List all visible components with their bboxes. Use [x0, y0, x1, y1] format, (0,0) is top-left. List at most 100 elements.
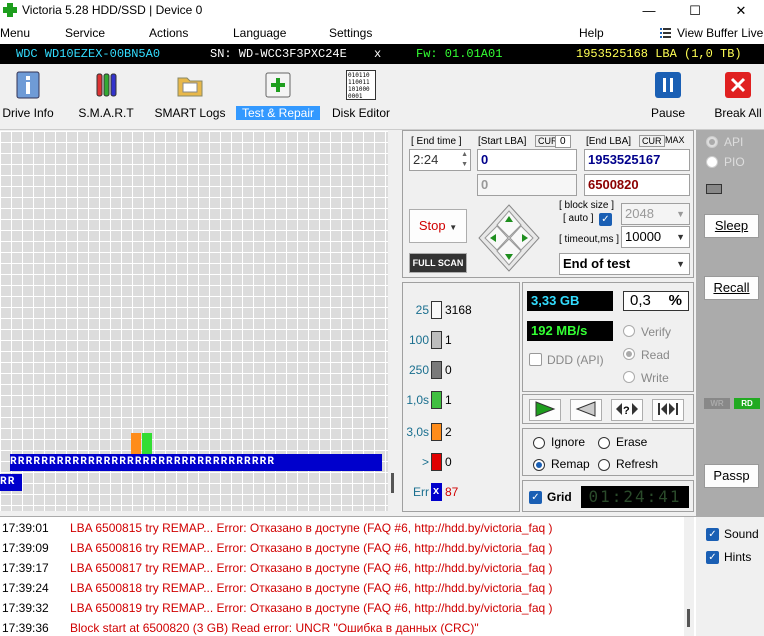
direction-pad[interactable] — [477, 203, 541, 273]
random-icon: ? — [616, 403, 638, 417]
menu-settings[interactable]: Settings — [329, 26, 372, 40]
map-scroll-thumb[interactable] — [391, 473, 394, 493]
menu-actions[interactable]: Actions — [149, 26, 188, 40]
window-title: Victoria 5.28 HDD/SSD | Device 0 — [22, 3, 203, 17]
break-all-label: Break All — [714, 106, 762, 120]
refresh-radio[interactable] — [598, 459, 610, 471]
remap-radio[interactable] — [533, 459, 545, 471]
block-size-select[interactable]: 2048 ▼ — [621, 203, 690, 225]
maximize-button[interactable]: ☐ — [672, 0, 718, 22]
read-radio[interactable] — [623, 348, 635, 360]
end-max-button[interactable]: MAX — [665, 135, 685, 145]
dropdown-arrow-icon: ▼ — [449, 223, 458, 232]
menu-service[interactable]: Service — [65, 26, 105, 40]
remap-label: Remap — [551, 457, 590, 471]
info-icon — [16, 71, 40, 99]
map-scrollbar[interactable] — [388, 131, 398, 511]
random-scan-button[interactable]: ? — [611, 399, 643, 421]
log-time: 17:39:09 — [2, 541, 49, 555]
stop-button[interactable]: Stop ▼ — [409, 209, 467, 243]
pio-radio[interactable] — [706, 156, 718, 168]
timeout-select[interactable]: 10000 ▼ — [621, 226, 690, 248]
smart-logs-button[interactable]: SMART Logs — [154, 68, 226, 124]
spin-arrows-icon[interactable]: ▲ ▼ — [461, 150, 468, 170]
block-legend-row: 25 3168 — [403, 301, 519, 321]
log-scroll-thumb[interactable] — [687, 609, 690, 627]
wr-indicator: WR — [704, 398, 730, 409]
test-tubes-icon — [96, 73, 117, 97]
erase-radio[interactable] — [598, 437, 610, 449]
api-radio[interactable] — [706, 136, 718, 148]
play-forward-button[interactable] — [529, 399, 561, 421]
stop-label: Stop — [418, 218, 446, 233]
log-time: 17:39:32 — [2, 601, 49, 615]
recall-button[interactable]: Recall — [704, 276, 759, 300]
menu-language[interactable]: Language — [233, 26, 286, 40]
start-lba-input[interactable]: 0 — [477, 149, 577, 171]
verify-radio[interactable] — [623, 325, 635, 337]
remapped-row: RR — [0, 474, 22, 491]
refresh-label: Refresh — [616, 457, 659, 471]
erase-label: Erase — [616, 435, 648, 449]
break-all-button[interactable]: Break All — [712, 68, 764, 124]
grid-checkbox[interactable]: ✓ — [529, 491, 542, 504]
play-backward-button[interactable] — [570, 399, 602, 421]
auto-checkbox[interactable]: ✓ — [599, 213, 612, 226]
block-size-value: 2048 — [625, 206, 654, 221]
ddd-checkbox[interactable] — [529, 353, 542, 366]
butterfly-scan-button[interactable] — [652, 399, 684, 421]
end-lba-input[interactable]: 1953525167 — [584, 149, 690, 171]
write-radio[interactable] — [623, 371, 635, 383]
ignore-label: Ignore — [551, 435, 586, 449]
device-lba: 1953525168 LBA (1,0 TB) — [576, 47, 742, 61]
menu-help[interactable]: Help — [579, 26, 604, 40]
block-legend-row: 250 0 — [403, 361, 519, 381]
test-repair-button[interactable]: Test & Repair — [236, 68, 320, 124]
block-count: 0 — [445, 363, 452, 377]
first-aid-icon — [265, 72, 291, 98]
minimize-button[interactable]: — — [626, 0, 672, 22]
smart-button[interactable]: S.M.A.R.T — [76, 68, 136, 124]
right-sidebar: API PIO Sleep Recall WR RD Passp — [696, 130, 764, 516]
sound-checkbox[interactable]: ✓ — [706, 528, 719, 541]
passp-button[interactable]: Passp — [704, 464, 759, 488]
block-size-label: [ block size ] — [559, 200, 615, 211]
percent-value: 0,3 — [630, 292, 651, 309]
view-buffer-live-button[interactable]: View Buffer Live — [677, 26, 763, 40]
pause-button[interactable]: Pause — [646, 68, 690, 124]
menu-menu[interactable]: Menu — [0, 26, 30, 40]
end-mode-select[interactable]: End of test ▼ — [559, 253, 690, 275]
grid-timer-panel: ✓ Grid 01:24:41 — [522, 480, 694, 512]
start-cur-value: 0 — [555, 135, 571, 148]
auto-label: [ auto ] — [563, 213, 594, 224]
close-button[interactable]: ✕ — [718, 0, 764, 22]
block-legend-row: 1,0s 1 — [403, 391, 519, 411]
disk-editor-label: Disk Editor — [331, 106, 390, 120]
error-mark-icon: x — [433, 485, 440, 497]
speed-display: 192 MB/s — [527, 321, 613, 341]
hints-label: Hints — [724, 550, 752, 564]
device-model: WDC WD10EZEX-00BN5A0 — [16, 47, 161, 61]
end-time-field[interactable]: 2:24 ▲ ▼ — [409, 149, 471, 171]
timeout-label: [ timeout,ms ] — [559, 234, 620, 245]
chevron-down-icon: ▼ — [676, 259, 685, 269]
reverse-icon — [575, 401, 596, 417]
play-icon — [535, 401, 556, 417]
block-threshold-label: 250 — [408, 363, 429, 377]
log-scrollbar[interactable] — [684, 517, 694, 636]
drive-info-button[interactable]: Drive Info — [0, 68, 56, 124]
block-count: 3168 — [445, 303, 472, 317]
ignore-radio[interactable] — [533, 437, 545, 449]
menu-bar: Menu Service Actions Language Settings H… — [0, 22, 764, 44]
device-serial: SN: WD-WCC3F3PXC24E — [210, 47, 347, 61]
device-close-button[interactable]: x — [374, 47, 381, 61]
binary-icon-line: 010110 — [348, 72, 370, 79]
binary-icon-line: 110011 — [348, 79, 370, 86]
sleep-button[interactable]: Sleep — [704, 214, 759, 238]
sleep-label: Sleep — [714, 218, 749, 233]
end-cur-button[interactable]: CUR — [639, 135, 665, 147]
disk-editor-button[interactable]: 010110 110011 101000 0001 Disk Editor — [330, 68, 392, 124]
full-scan-button[interactable]: FULL SCAN — [409, 253, 467, 273]
block-threshold-label: Err — [413, 485, 429, 499]
hints-checkbox[interactable]: ✓ — [706, 551, 719, 564]
